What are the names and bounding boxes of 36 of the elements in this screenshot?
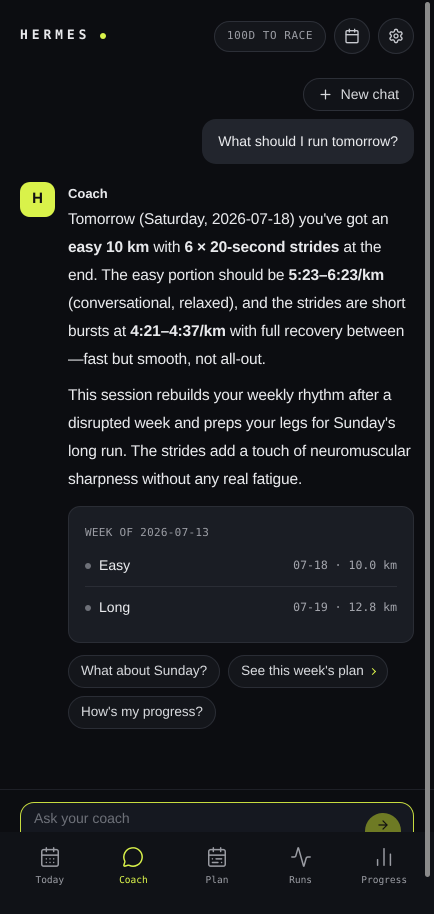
nav-tab[interactable]: Progress bbox=[342, 846, 426, 888]
app-title: HERMES bbox=[20, 27, 90, 46]
user-message: What should I run tomorrow? bbox=[202, 119, 414, 164]
bullet-icon bbox=[85, 604, 91, 610]
bullet-icon bbox=[85, 562, 91, 568]
nav-tab[interactable]: Today bbox=[8, 846, 92, 888]
suggestion-chip[interactable]: What about Sunday? bbox=[68, 655, 220, 688]
calendar-icon bbox=[38, 846, 61, 868]
settings-button[interactable] bbox=[378, 18, 414, 54]
chat-bubble-icon bbox=[122, 846, 144, 868]
suggestion-chip[interactable]: See this week's plan bbox=[228, 655, 388, 688]
calendar-icon bbox=[344, 28, 360, 44]
calendar-icon bbox=[206, 846, 228, 868]
suggestion-chip[interactable]: How's my progress? bbox=[68, 696, 216, 729]
run-detail: 07-18 · 10.0 km bbox=[293, 556, 397, 574]
scrollbar[interactable] bbox=[425, 2, 430, 877]
nav-tab[interactable]: Coach bbox=[92, 846, 176, 888]
message-paragraph: Tomorrow (Saturday, 2026-07-18) you've got an easy 10 km with 6 × 20-second strides at the end. The easy portion should be 5:23–6:23/km (conversational, relaxed), and the strides are short bursts at 4:21–4:37/km with full recovery between—fast but smooth, not all-out. bbox=[68, 210, 406, 370]
settings-icon bbox=[388, 28, 404, 44]
race-countdown-badge: 100D TO RACE bbox=[214, 20, 326, 52]
message-input[interactable]: Ask your coach bbox=[34, 808, 234, 828]
sender-name: Coach bbox=[68, 185, 109, 203]
coach-avatar: H bbox=[20, 182, 55, 217]
run-detail: 07-19 · 12.8 km bbox=[293, 598, 397, 616]
card-title: WEEK OF 2026-07-13 bbox=[85, 524, 210, 540]
send-button[interactable] bbox=[365, 813, 401, 832]
run-type: Long bbox=[99, 598, 130, 617]
calendar-button[interactable] bbox=[334, 18, 370, 54]
plus-icon bbox=[318, 87, 333, 102]
nav-tab[interactable]: Plan bbox=[175, 846, 259, 888]
message-field[interactable]: Ask your coach bbox=[20, 802, 414, 832]
run-type: Easy bbox=[99, 556, 130, 575]
nav-tab[interactable]: Runs bbox=[258, 846, 342, 888]
message-paragraph: This session rebuilds your weekly rhythm after a disrupted week and preps your legs for Sunday's long run. The strides add a touch of neuromuscular sharpness without any real fatigue. bbox=[68, 386, 412, 490]
new-chat-button[interactable]: New chat bbox=[302, 78, 414, 111]
line-chart-icon bbox=[290, 846, 312, 868]
